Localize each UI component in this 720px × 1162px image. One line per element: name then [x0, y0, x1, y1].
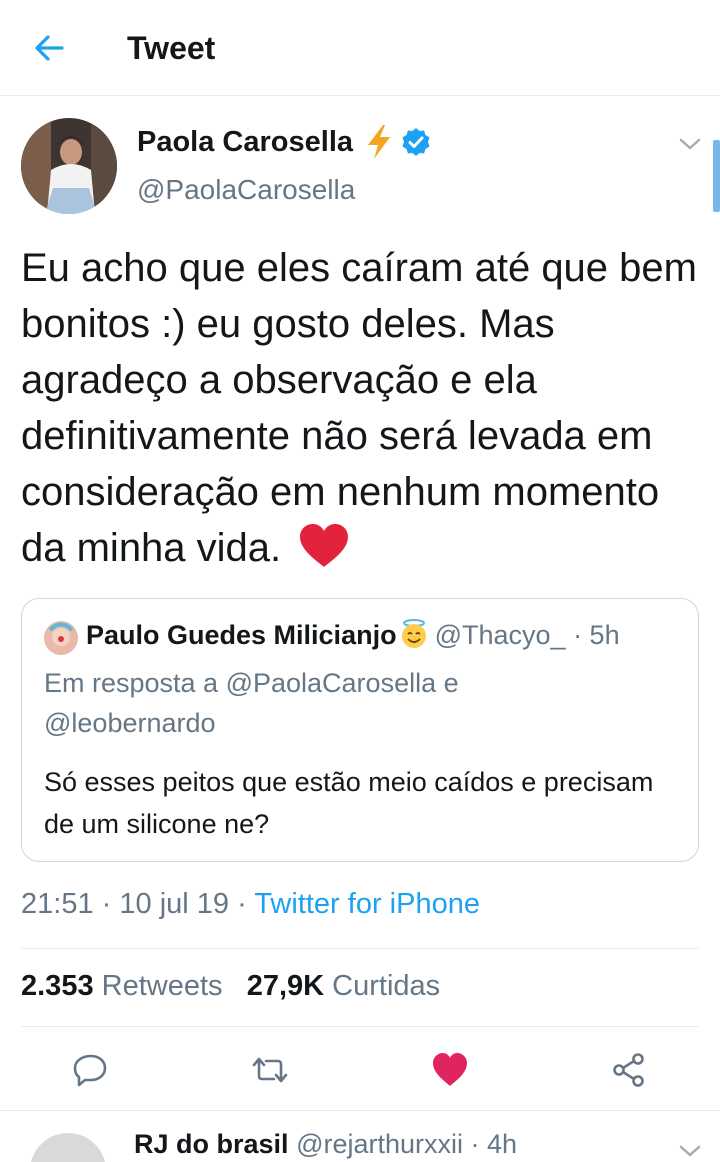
- smiling-face-with-halo-emoji-icon: [401, 619, 426, 648]
- reply-context-line: @leobernardo: [44, 708, 216, 738]
- share-icon[interactable]: [609, 1050, 649, 1090]
- divider: [21, 1026, 699, 1027]
- likes-label: Curtidas: [332, 970, 441, 1002]
- author-name-row: Paola Carosella: [137, 124, 431, 160]
- author-name[interactable]: Paola Carosella: [137, 126, 353, 159]
- next-author-name: RJ do brasil: [134, 1129, 289, 1159]
- top-bar: Tweet: [0, 0, 720, 96]
- next-author-avatar[interactable]: [30, 1133, 106, 1162]
- retweet-icon[interactable]: [250, 1050, 290, 1090]
- tweet-text: Eu acho que eles caíram até que bem boni…: [21, 240, 701, 576]
- red-heart-emoji-icon: [300, 524, 349, 567]
- divider: [21, 948, 699, 949]
- page-title: Tweet: [127, 30, 216, 66]
- next-tweet-preview[interactable]: RJ do brasil @rejarthurxxii · 4h: [0, 1110, 720, 1162]
- separator-dot: ·: [237, 888, 247, 920]
- retweets-label: Retweets: [101, 970, 223, 1002]
- lightning-bolt-icon: [368, 125, 390, 159]
- author-handle[interactable]: @PaolaCarosella: [137, 174, 355, 206]
- quoted-author-handle: @Thacyo_: [434, 620, 566, 650]
- quoted-reply-context: Em resposta a @PaolaCarosella e @leobern…: [44, 663, 674, 743]
- chevron-down-icon[interactable]: [676, 134, 704, 154]
- engagement-stats: 2.353 Retweets 27,9K Curtidas: [21, 970, 440, 1003]
- likes-stat[interactable]: 27,9K Curtidas: [247, 970, 440, 1002]
- separator-dot: ·: [101, 888, 112, 920]
- next-tweet-age: · 4h: [470, 1129, 518, 1159]
- author-avatar[interactable]: [21, 118, 117, 214]
- quoted-tweet-age: · 5h: [573, 620, 620, 650]
- quoted-author-avatar[interactable]: [44, 621, 78, 655]
- likes-count: 27,9K: [246, 970, 325, 1002]
- tweet-source-link[interactable]: Twitter for iPhone: [254, 888, 480, 920]
- back-arrow-icon[interactable]: [30, 28, 70, 68]
- next-tweet-header: RJ do brasil @rejarthurxxii · 4h: [134, 1129, 517, 1160]
- reply-icon[interactable]: [71, 1050, 111, 1090]
- quoted-tweet-text: Só esses peitos que estão meio caídos e …: [44, 767, 654, 839]
- tweet-time: 21:51: [21, 888, 94, 920]
- retweets-stat[interactable]: 2.353 Retweets: [21, 970, 223, 1002]
- reply-context-line: Em resposta a @PaolaCarosella e: [44, 668, 459, 698]
- tweet-date: 10 jul 19: [119, 888, 230, 920]
- tweet-timestamp-line: 21:51 · 10 jul 19 · Twitter for iPhone: [21, 888, 480, 921]
- tweet-body: Eu acho que eles caíram até que bem boni…: [21, 246, 697, 570]
- quoted-author-name: Paulo Guedes Milicianjo: [86, 620, 397, 650]
- verified-badge-icon: [402, 128, 430, 156]
- chevron-down-icon[interactable]: [676, 1141, 704, 1161]
- quoted-header: Paulo Guedes Milicianjo @Thacyo_ · 5h: [86, 619, 620, 651]
- next-author-handle: @rejarthurxxii: [296, 1129, 464, 1159]
- retweets-count: 2.353: [21, 970, 94, 1002]
- scrollbar[interactable]: [713, 140, 720, 212]
- quoted-tweet-card[interactable]: Paulo Guedes Milicianjo @Thacyo_ · 5h Em…: [21, 598, 699, 862]
- like-heart-icon[interactable]: [430, 1050, 470, 1090]
